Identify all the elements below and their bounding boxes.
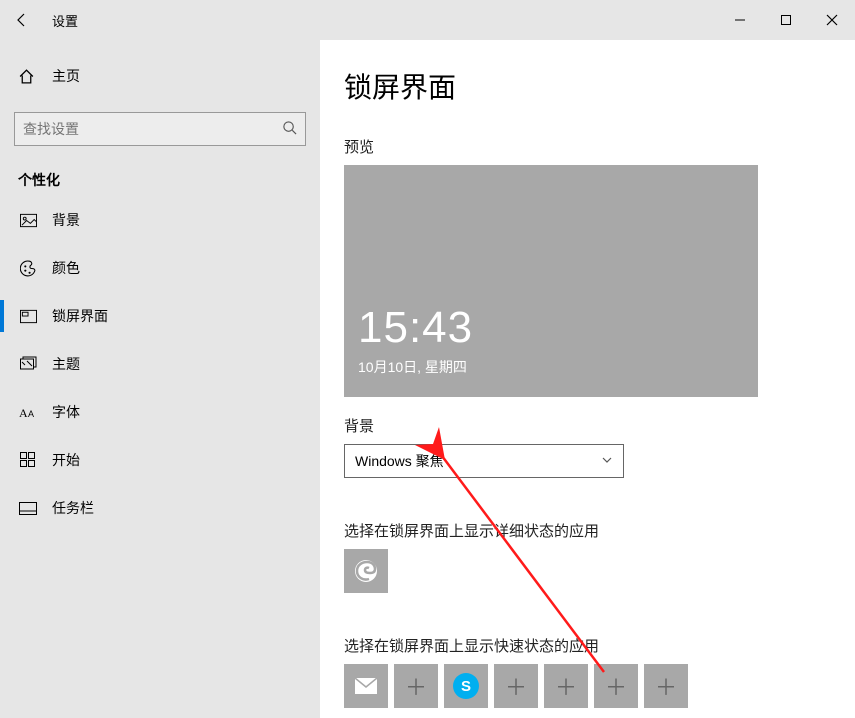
picture-icon bbox=[18, 213, 38, 228]
background-dropdown[interactable]: Windows 聚焦 bbox=[344, 444, 624, 478]
plus-icon: ＋ bbox=[605, 670, 627, 702]
skype-icon: S bbox=[453, 673, 479, 699]
font-icon: AA bbox=[18, 405, 38, 419]
quick-app-add-1[interactable]: ＋ bbox=[394, 664, 438, 708]
window-controls bbox=[717, 0, 855, 40]
page-title: 锁屏界面 bbox=[344, 66, 855, 106]
dropdown-value: Windows 聚焦 bbox=[355, 451, 601, 471]
quick-app-add-3[interactable]: ＋ bbox=[544, 664, 588, 708]
taskbar-icon bbox=[18, 502, 38, 515]
detail-app-label: 选择在锁屏界面上显示详细状态的应用 bbox=[344, 520, 855, 541]
preview-date: 10月10日, 星期四 bbox=[358, 357, 467, 377]
edge-icon bbox=[353, 558, 379, 584]
nav-item-fonts[interactable]: AA 字体 bbox=[0, 388, 320, 436]
detail-app-tile[interactable] bbox=[344, 549, 388, 593]
chevron-down-icon bbox=[601, 453, 613, 469]
lockscreen-icon bbox=[18, 309, 38, 324]
nav-label: 背景 bbox=[52, 210, 80, 230]
maximize-button[interactable] bbox=[763, 0, 809, 40]
preview-time: 15:43 bbox=[358, 303, 473, 353]
maximize-icon bbox=[780, 14, 792, 26]
plus-icon: ＋ bbox=[405, 670, 427, 702]
titlebar: 设置 bbox=[0, 0, 855, 40]
main-panel: 锁屏界面 预览 15:43 10月10日, 星期四 背景 Windows 聚焦 … bbox=[320, 40, 855, 718]
quick-app-label: 选择在锁屏界面上显示快速状态的应用 bbox=[344, 635, 855, 656]
sidebar: 主页 个性化 背景 颜色 锁屏界面 bbox=[0, 40, 320, 718]
nav-label: 锁屏界面 bbox=[52, 306, 108, 326]
nav-item-taskbar[interactable]: 任务栏 bbox=[0, 484, 320, 532]
nav-label: 颜色 bbox=[52, 258, 80, 278]
svg-text:A: A bbox=[19, 406, 28, 419]
preview-label: 预览 bbox=[344, 136, 855, 157]
nav-item-colors[interactable]: 颜色 bbox=[0, 244, 320, 292]
quick-app-row: ＋ S ＋ ＋ ＋ ＋ bbox=[344, 664, 855, 708]
svg-text:A: A bbox=[28, 409, 34, 419]
minimize-icon bbox=[734, 14, 746, 26]
home-icon bbox=[18, 68, 38, 85]
nav-label: 任务栏 bbox=[52, 498, 94, 518]
back-button[interactable] bbox=[0, 0, 44, 40]
themes-icon bbox=[18, 356, 38, 372]
minimize-button[interactable] bbox=[717, 0, 763, 40]
back-icon bbox=[14, 12, 30, 28]
window-title: 设置 bbox=[52, 11, 78, 30]
nav-label: 主题 bbox=[52, 354, 80, 374]
close-icon bbox=[826, 14, 838, 26]
home-label: 主页 bbox=[52, 66, 80, 86]
quick-app-add-2[interactable]: ＋ bbox=[494, 664, 538, 708]
nav-item-start[interactable]: 开始 bbox=[0, 436, 320, 484]
plus-icon: ＋ bbox=[655, 670, 677, 702]
quick-app-skype[interactable]: S bbox=[444, 664, 488, 708]
quick-app-add-5[interactable]: ＋ bbox=[644, 664, 688, 708]
plus-icon: ＋ bbox=[555, 670, 577, 702]
lockscreen-preview: 15:43 10月10日, 星期四 bbox=[344, 165, 758, 397]
quick-app-mail[interactable] bbox=[344, 664, 388, 708]
quick-app-add-4[interactable]: ＋ bbox=[594, 664, 638, 708]
mail-icon bbox=[354, 677, 378, 695]
palette-icon bbox=[18, 260, 38, 277]
plus-icon: ＋ bbox=[505, 670, 527, 702]
start-icon bbox=[18, 452, 38, 468]
background-label: 背景 bbox=[344, 415, 855, 436]
nav-item-lockscreen[interactable]: 锁屏界面 bbox=[0, 292, 320, 340]
nav-item-themes[interactable]: 主题 bbox=[0, 340, 320, 388]
nav-item-background[interactable]: 背景 bbox=[0, 196, 320, 244]
home-link[interactable]: 主页 bbox=[0, 56, 320, 96]
nav-label: 开始 bbox=[52, 450, 80, 470]
search-input[interactable] bbox=[23, 121, 282, 137]
search-icon bbox=[282, 120, 297, 138]
section-label: 个性化 bbox=[18, 170, 320, 190]
search-box[interactable] bbox=[14, 112, 306, 146]
close-button[interactable] bbox=[809, 0, 855, 40]
nav-label: 字体 bbox=[52, 402, 80, 422]
